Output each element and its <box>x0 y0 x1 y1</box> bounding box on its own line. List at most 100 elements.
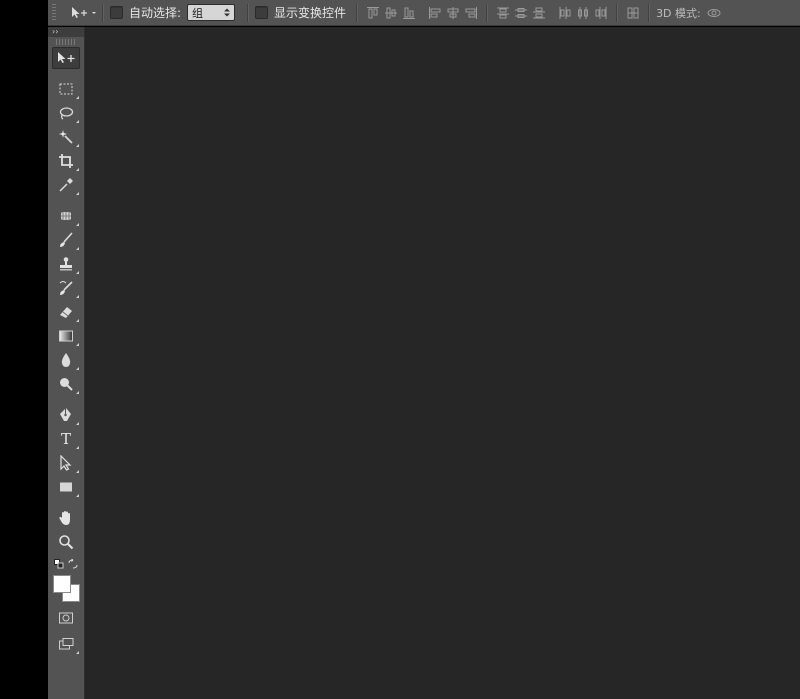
auto-align-icon <box>627 7 639 18</box>
default-colors-icon[interactable] <box>54 559 64 569</box>
distribute-left-edges-button[interactable] <box>556 4 574 22</box>
path-select-icon <box>60 455 72 471</box>
left-black-strip <box>0 0 48 699</box>
pen-icon <box>60 408 71 421</box>
tool-preset-picker[interactable] <box>70 4 96 22</box>
toolbox-panel: ›› T <box>48 27 85 699</box>
hand-tool[interactable] <box>52 507 80 529</box>
distribute-bottom-edges-button[interactable] <box>530 4 548 22</box>
move-tool[interactable] <box>52 47 80 69</box>
quick-mask-icon <box>59 612 73 624</box>
healing-brush-icon <box>61 212 71 220</box>
auto-select-value: 组 <box>192 6 204 20</box>
separator <box>486 3 489 22</box>
align-right-icon <box>465 6 478 19</box>
eyedropper-icon <box>59 178 73 192</box>
path-selection-tool[interactable] <box>52 452 80 474</box>
auto-select-label: 自动选择: <box>129 6 182 20</box>
lasso-tool[interactable] <box>52 102 80 124</box>
distribute-left-icon <box>559 6 571 19</box>
eraser-tool[interactable] <box>52 301 80 323</box>
dodge-icon <box>60 378 73 391</box>
hand-icon <box>59 511 70 525</box>
separator <box>648 3 651 22</box>
brush-tool[interactable] <box>52 229 80 251</box>
show-transform-label: 显示变换控件 <box>274 6 347 20</box>
show-transform-checkbox[interactable] <box>255 6 269 19</box>
zoom-tool[interactable] <box>52 531 80 553</box>
align-right-edges-button[interactable] <box>462 4 480 22</box>
marquee-tool[interactable] <box>52 78 80 100</box>
auto-align-layers-button[interactable] <box>624 4 642 22</box>
crop-icon <box>59 154 73 168</box>
align-hcenter-icon <box>447 6 459 19</box>
options-bar: 自动选择: 组 显示变换控件 3D 模式: <box>48 0 800 26</box>
swap-colors-icon[interactable] <box>68 559 78 569</box>
align-top-edges-button[interactable] <box>364 4 382 22</box>
align-top-icon <box>367 6 380 18</box>
distribute-bottom-icon <box>533 7 546 18</box>
distribute-top-icon <box>497 7 510 18</box>
distribute-hcenter-icon <box>578 6 589 19</box>
history-brush-icon <box>59 281 73 295</box>
distribute-horizontal-centers-button[interactable] <box>574 4 592 22</box>
separator <box>356 3 359 22</box>
move-icon <box>72 6 96 18</box>
separator <box>616 3 619 22</box>
screen-mode-icon <box>59 638 74 650</box>
align-left-edges-button[interactable] <box>426 4 444 22</box>
dodge-tool[interactable] <box>52 373 80 395</box>
clone-stamp-tool[interactable] <box>52 253 80 275</box>
history-brush-tool[interactable] <box>52 277 80 299</box>
foreground-color-swatch[interactable] <box>53 575 71 593</box>
separator <box>247 3 250 22</box>
distribute-top-edges-button[interactable] <box>494 4 512 22</box>
lasso-icon <box>59 107 74 120</box>
distribute-vertical-centers-button[interactable] <box>512 4 530 22</box>
gradient-icon <box>59 330 73 342</box>
color-swatches <box>51 573 81 603</box>
align-left-icon <box>429 6 441 19</box>
rect-marquee-icon <box>59 83 73 95</box>
crop-tool[interactable] <box>52 150 80 172</box>
distribute-right-edges-button[interactable] <box>592 4 610 22</box>
type-icon: T <box>60 429 71 448</box>
color-controls <box>48 559 84 571</box>
auto-select-dropdown[interactable]: 组 <box>187 4 236 21</box>
zoom-icon <box>59 535 74 550</box>
move-icon <box>58 52 75 63</box>
distribute-right-icon <box>595 6 607 19</box>
separator <box>102 3 104 22</box>
document-canvas-area[interactable] <box>85 27 800 699</box>
type-tool[interactable]: T <box>52 428 80 450</box>
quick-mask-button[interactable] <box>52 607 80 629</box>
3d-mode-label: 3D 模式: <box>656 6 701 20</box>
align-vcenter-icon <box>385 7 398 18</box>
distribute-vcenter-icon <box>515 7 528 18</box>
rectangle-icon <box>60 482 72 492</box>
3d-orbit-button[interactable] <box>705 4 723 22</box>
stamp-icon <box>60 257 72 271</box>
align-bottom-icon <box>403 7 416 19</box>
eraser-icon <box>60 307 72 318</box>
options-bar-grip[interactable] <box>52 3 56 22</box>
eyedropper-tool[interactable] <box>52 174 80 196</box>
toolbox-grip[interactable] <box>56 39 76 45</box>
magic-wand-tool[interactable] <box>52 126 80 148</box>
screen-mode-button[interactable] <box>52 633 80 655</box>
magic-wand-icon <box>59 130 73 144</box>
blur-tool[interactable] <box>52 349 80 371</box>
healing-brush-tool[interactable] <box>52 205 80 227</box>
drop-icon <box>61 353 71 367</box>
updown-chevron-icon <box>224 8 231 17</box>
align-horizontal-centers-button[interactable] <box>444 4 462 22</box>
align-bottom-edges-button[interactable] <box>400 4 418 22</box>
auto-select-checkbox[interactable] <box>110 6 123 19</box>
toolbox-collapse-button[interactable]: ›› <box>48 27 84 37</box>
brush-icon <box>60 232 73 247</box>
rectangle-tool[interactable] <box>52 476 80 498</box>
3d-orbit-icon <box>707 8 721 17</box>
align-vertical-centers-button[interactable] <box>382 4 400 22</box>
pen-tool[interactable] <box>52 404 80 426</box>
gradient-tool[interactable] <box>52 325 80 347</box>
